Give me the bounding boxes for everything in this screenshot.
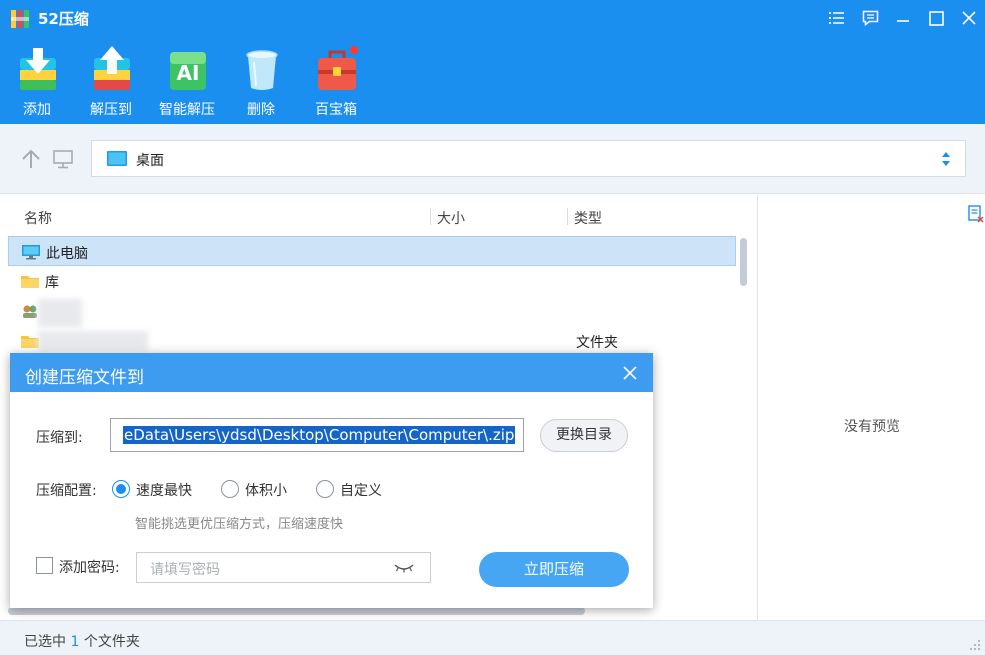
- resize-grip-icon[interactable]: [967, 637, 981, 651]
- maximize-button[interactable]: [923, 6, 949, 30]
- column-divider[interactable]: [567, 208, 568, 225]
- config-hint: 智能挑选更优压缩方式，压缩速度快: [135, 513, 343, 532]
- minimize-icon: [896, 11, 910, 25]
- radio-label: 体积小: [245, 480, 287, 500]
- change-directory-button[interactable]: 更换目录: [540, 419, 628, 452]
- password-label: 添加密码:: [59, 557, 120, 577]
- menu-icon: [829, 11, 845, 25]
- status-prefix: 已选中: [24, 634, 66, 650]
- file-name: 此电脑: [46, 243, 88, 263]
- monitor-icon: [21, 244, 41, 260]
- up-arrow-icon[interactable]: [20, 148, 42, 170]
- nav-bar: 桌面: [0, 124, 985, 194]
- dialog-title: 创建压缩文件到: [25, 363, 144, 388]
- updown-icon: [941, 151, 951, 167]
- redacted-name: [38, 299, 82, 327]
- config-label: 压缩配置:: [36, 480, 97, 500]
- status-suffix: 个文件夹: [84, 634, 140, 650]
- user-folder-icon: [20, 303, 40, 319]
- radio-label: 自定义: [340, 480, 382, 500]
- radio-dot: [221, 480, 239, 498]
- vertical-scrollbar[interactable]: [740, 238, 747, 286]
- file-row-library[interactable]: 库: [8, 266, 736, 296]
- column-type[interactable]: 类型: [574, 208, 602, 228]
- close-preview-icon[interactable]: [968, 205, 984, 223]
- extract-to-label: 解压到: [76, 99, 146, 119]
- feedback-icon: [862, 10, 879, 26]
- app-logo-icon: [10, 9, 30, 29]
- computer-icon[interactable]: [52, 148, 74, 170]
- radio-dot: [112, 480, 130, 498]
- dest-path-input[interactable]: eData\Users\ydsd\Desktop\Computer\Comput…: [110, 418, 524, 452]
- dialog-close-icon[interactable]: [621, 364, 639, 382]
- add-button[interactable]: 添加: [2, 46, 72, 122]
- column-divider[interactable]: [430, 208, 431, 225]
- add-label: 添加: [2, 99, 72, 119]
- path-selector[interactable]: 桌面: [91, 140, 966, 177]
- minimize-button[interactable]: [890, 6, 916, 30]
- toolbox-label: 百宝箱: [301, 99, 371, 119]
- preview-empty-text: 没有预览: [758, 416, 985, 436]
- file-name: 库: [45, 272, 59, 292]
- app-title: 52压缩: [38, 8, 89, 29]
- feedback-button[interactable]: [857, 6, 883, 30]
- close-button[interactable]: [956, 6, 982, 30]
- menu-button[interactable]: [824, 6, 850, 30]
- selection-status: 已选中 1 个文件夹: [24, 631, 140, 651]
- dialog-header: 创建压缩文件到: [10, 353, 653, 392]
- password-placeholder: 请填写密码: [150, 559, 220, 579]
- path-text: 桌面: [136, 150, 164, 170]
- toolbox-icon: [316, 46, 358, 92]
- redacted-name: [38, 331, 148, 351]
- compress-now-button[interactable]: 立即压缩: [479, 552, 629, 587]
- smart-extract-label: 智能解压: [152, 99, 222, 119]
- password-input[interactable]: 请填写密码: [136, 552, 431, 583]
- extract-to-icon: [91, 46, 133, 92]
- title-bar: 52压缩 添加 解压到 AI: [0, 0, 985, 124]
- delete-button[interactable]: 删除: [226, 46, 296, 122]
- dest-label: 压缩到:: [36, 427, 83, 447]
- file-row-user[interactable]: [8, 296, 736, 326]
- eye-closed-icon[interactable]: [394, 563, 414, 573]
- trash-icon: [241, 46, 283, 92]
- maximize-icon: [929, 11, 944, 26]
- column-size[interactable]: 大小: [437, 208, 465, 228]
- column-name[interactable]: 名称: [24, 208, 52, 228]
- folder-icon: [20, 273, 40, 289]
- preview-pane: 没有预览: [757, 195, 985, 620]
- extract-to-button[interactable]: 解压到: [76, 46, 146, 122]
- status-count: 1: [70, 634, 79, 650]
- dest-path-value: eData\Users\ydsd\Desktop\Computer\Comput…: [123, 426, 515, 444]
- create-archive-dialog: 创建压缩文件到 压缩到: eData\Users\ydsd\Desktop\Co…: [10, 353, 653, 608]
- desktop-icon: [107, 151, 127, 166]
- close-icon: [962, 11, 976, 25]
- delete-label: 删除: [226, 99, 296, 119]
- file-type: 文件夹: [576, 332, 618, 352]
- file-row-this-pc[interactable]: 此电脑: [8, 236, 736, 266]
- horizontal-scrollbar[interactable]: [8, 607, 585, 615]
- toolbox-button[interactable]: 百宝箱: [301, 46, 371, 122]
- smart-extract-icon: AI: [167, 46, 209, 92]
- add-icon: [17, 46, 59, 92]
- radio-label: 速度最快: [136, 480, 192, 500]
- password-checkbox[interactable]: [36, 557, 53, 574]
- svg-text:AI: AI: [177, 61, 200, 85]
- folder-icon: [20, 333, 40, 349]
- radio-dot: [316, 480, 334, 498]
- status-bar: 已选中 1 个文件夹: [0, 620, 985, 655]
- smart-extract-button[interactable]: AI 智能解压: [152, 46, 222, 122]
